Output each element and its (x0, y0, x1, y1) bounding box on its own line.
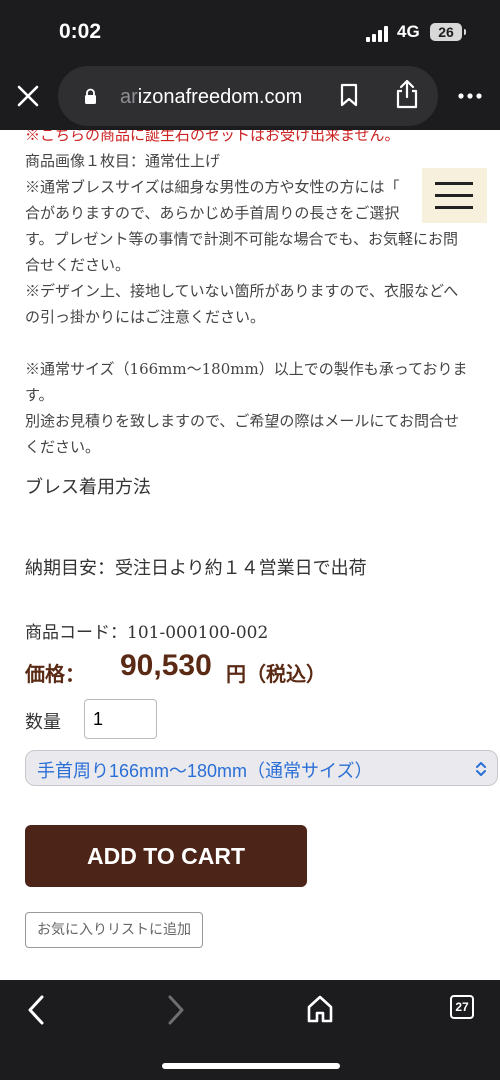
more-icon[interactable] (458, 93, 482, 99)
price-unit: 円（税込） (226, 662, 326, 686)
description-line: ください。 (25, 438, 101, 456)
price-label: 価格： (25, 662, 85, 686)
description-line: す。 (25, 386, 54, 404)
lock-icon (85, 88, 96, 104)
delivery-estimate: 納期目安：受注日より約１４営業日で出荷 (25, 558, 367, 579)
network-type: 4G (397, 22, 420, 41)
back-icon[interactable] (26, 994, 46, 1026)
browser-toolbar: 27 (0, 980, 500, 1080)
signal-icon (366, 26, 392, 42)
tabs-icon[interactable]: 27 (450, 995, 474, 1019)
forward-icon[interactable] (166, 994, 186, 1026)
browser-url-bar: arizonafreedom.com (0, 66, 500, 130)
price-value: 90,530 (120, 649, 212, 682)
hamburger-menu-icon[interactable] (422, 168, 487, 223)
page-content: ※こちらの商品に誕生石のセットはお受け出来ません。 商品画像１枚目：通常仕上げ … (0, 130, 500, 980)
description-line: す。プレゼント等の事情で計測不可能な場合でも、お気軽にお問 (25, 230, 459, 248)
size-select-value: 手首周り166mm〜180mm（通常サイズ） (37, 761, 373, 781)
status-bar: 0:02 4G 26 (0, 0, 500, 66)
product-code: 商品コード：101-000100-002 (25, 623, 269, 643)
add-to-wishlist-button[interactable]: お気に入りリストに追加 (25, 912, 203, 948)
description-line: 合せください。 (25, 256, 131, 274)
add-to-cart-button[interactable]: ADD TO CART (25, 825, 307, 887)
url-text[interactable]: arizonafreedom.com (120, 86, 302, 109)
description-line: の引っ掛かりにはご注意ください。 (25, 308, 266, 326)
close-icon[interactable] (16, 83, 40, 109)
description-line: 別途お見積りを致しますので、ご希望の際はメールにてお問合せ (25, 412, 459, 430)
description-line: ※デザイン上、接地していない箇所がありますので、衣服などへ (25, 282, 459, 300)
chevron-updown-icon (476, 762, 486, 776)
description-line: ※通常サイズ（166mm〜180mm）以上での製作も承っておりま (25, 360, 468, 378)
how-to-wear-link[interactable]: ブレス着用方法 (25, 473, 151, 499)
birthstone-notice: ※こちらの商品に誕生石のセットはお受け出来ません。 (25, 130, 400, 144)
share-icon[interactable] (395, 79, 419, 109)
bookmark-icon[interactable] (340, 83, 358, 107)
home-icon[interactable] (305, 994, 335, 1024)
status-time: 0:02 (59, 20, 102, 43)
battery-icon: 26 (430, 23, 466, 41)
size-select[interactable]: 手首周り166mm〜180mm（通常サイズ） (25, 750, 498, 786)
quantity-label: 数量 (25, 712, 61, 733)
quantity-input[interactable] (84, 699, 157, 739)
home-indicator (162, 1063, 340, 1069)
